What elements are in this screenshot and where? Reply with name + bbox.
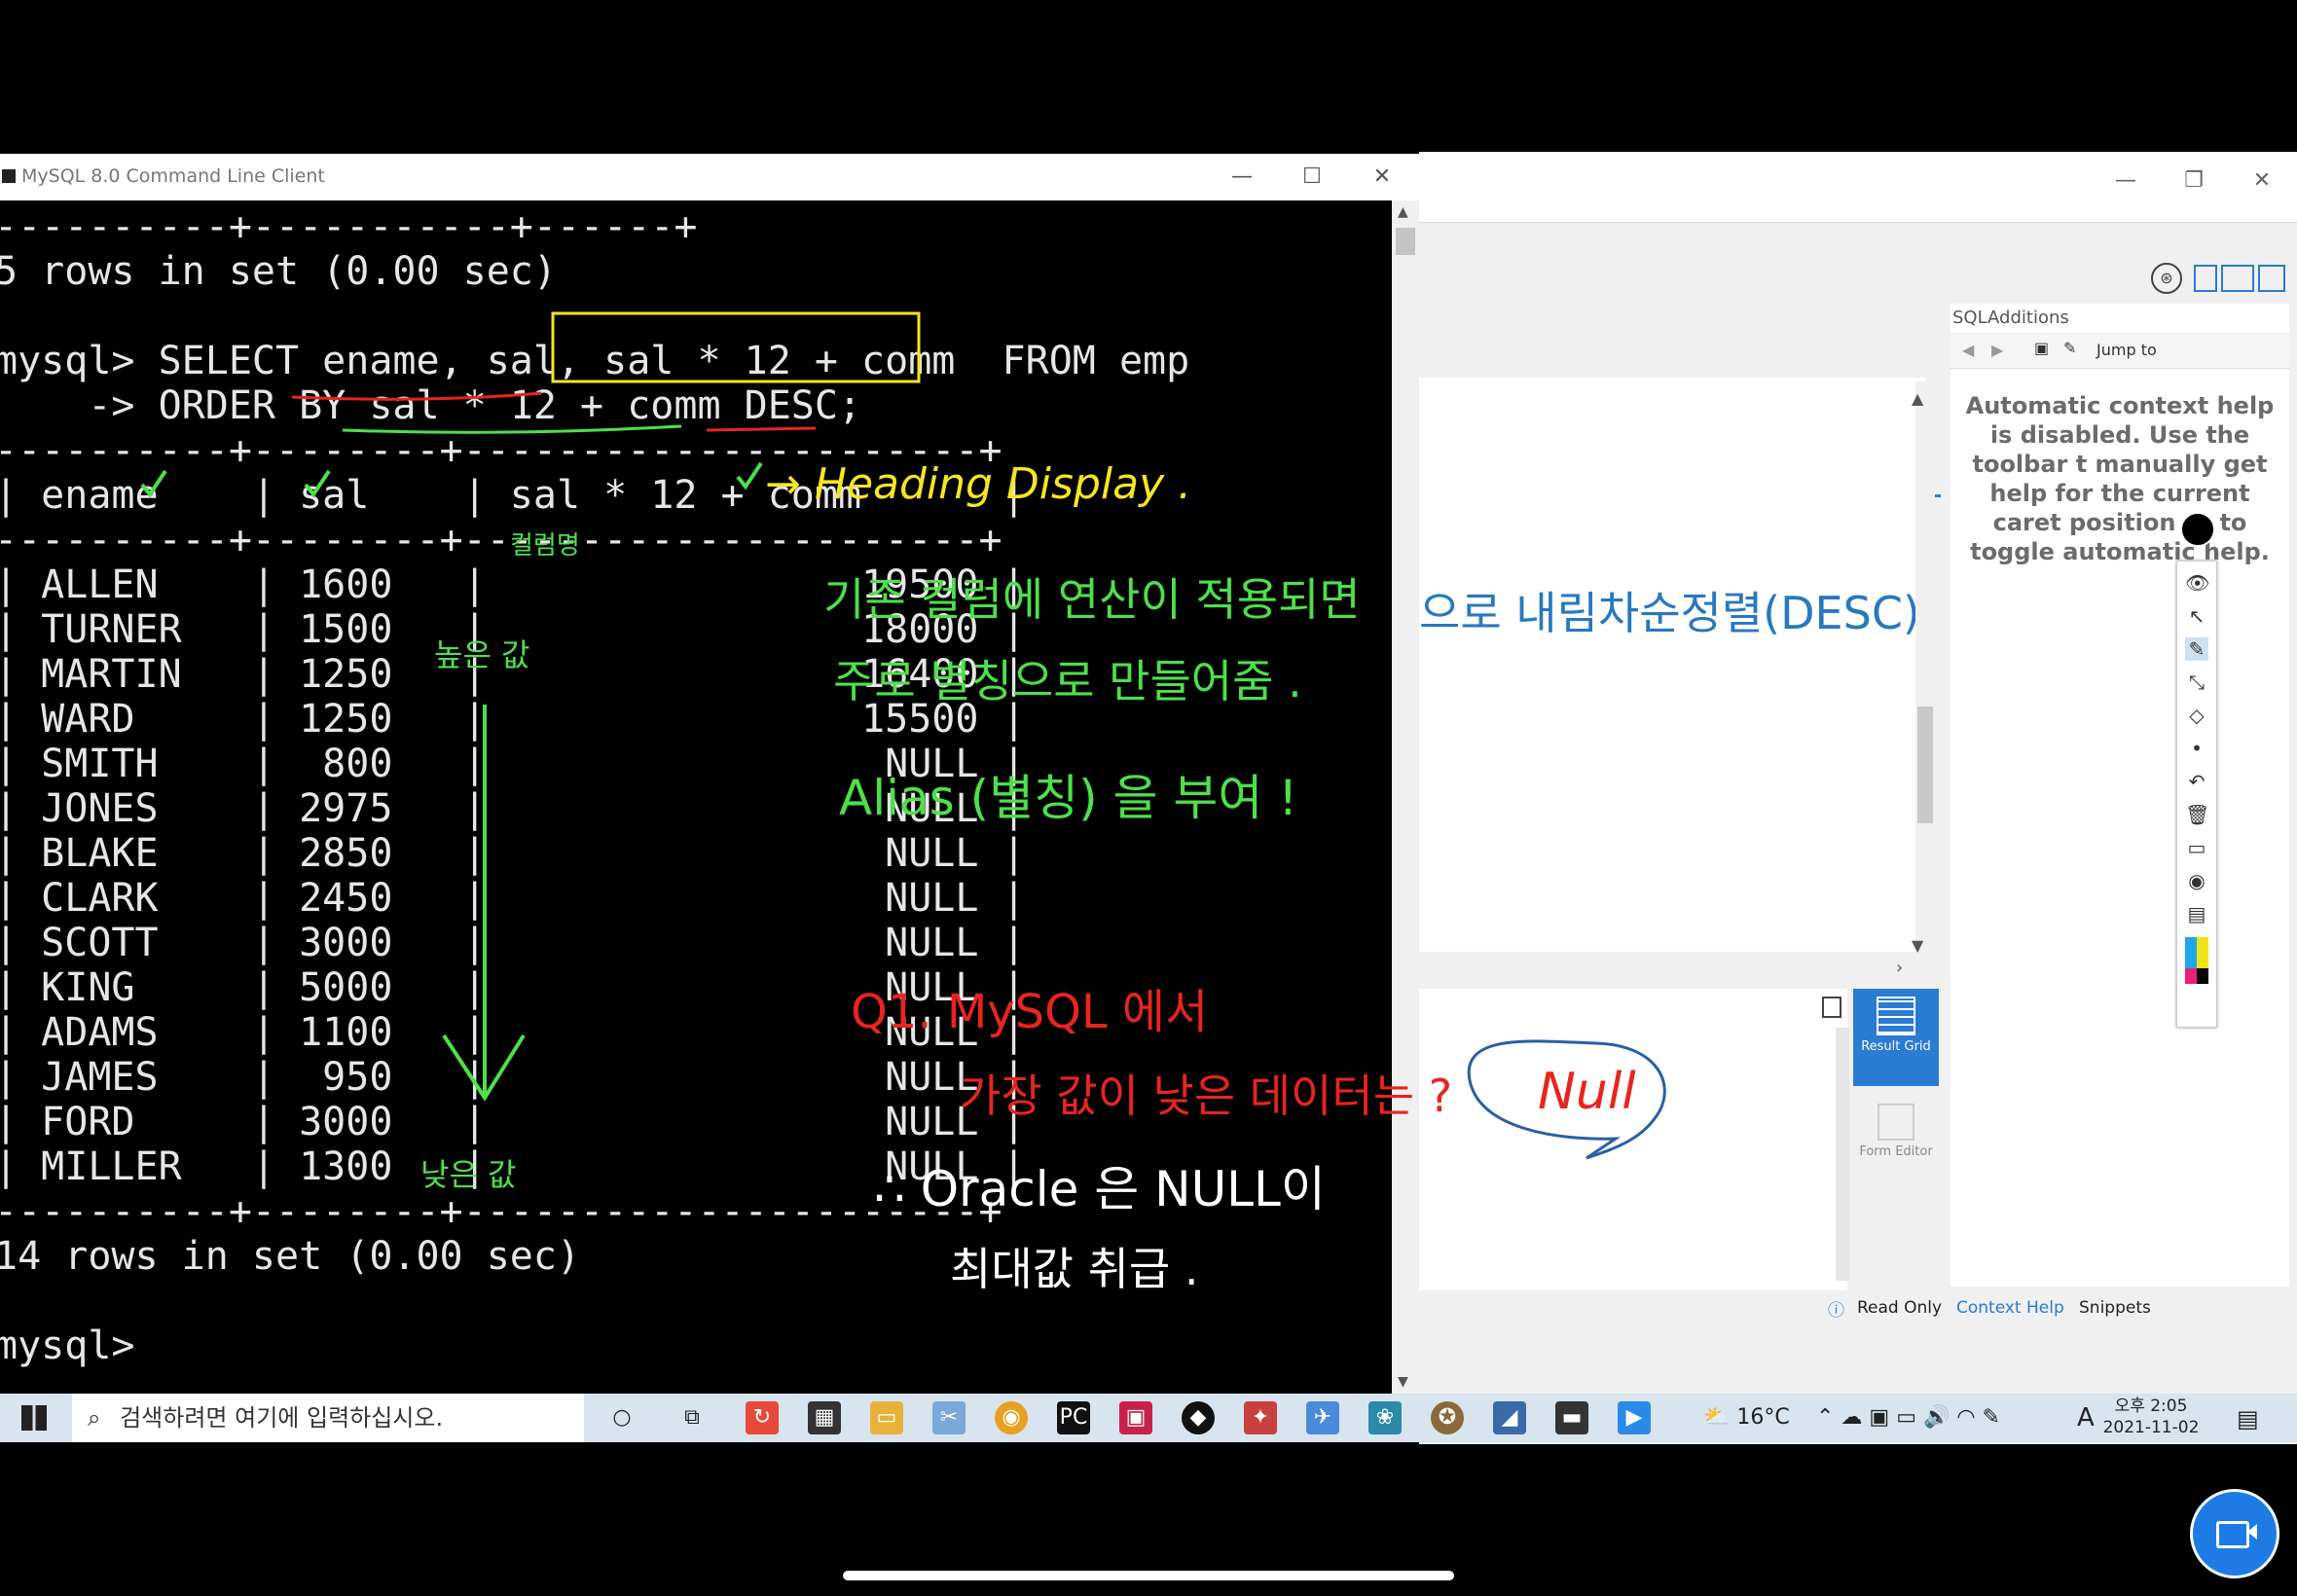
- question-line1: Q1. MySQL 에서: [851, 985, 1209, 1039]
- workbench-icon[interactable]: ◢: [1493, 1401, 1526, 1434]
- app-icon[interactable]: ✪: [1431, 1401, 1464, 1434]
- ime-indicator[interactable]: A: [2077, 1403, 2095, 1433]
- column-note: 컬럼명: [510, 531, 580, 561]
- notification-icon[interactable]: ▤: [2237, 1405, 2259, 1433]
- highlight-box: [551, 311, 921, 383]
- underline-red: [291, 391, 542, 401]
- home-indicator: [843, 1571, 1454, 1580]
- heading-display-note: → Heading Display .: [765, 459, 1192, 509]
- snipping-tool-icon[interactable]: ✂: [932, 1401, 966, 1434]
- app-icon[interactable]: ✈: [1306, 1401, 1339, 1434]
- clock-time: 오후 2:05: [2114, 1396, 2188, 1416]
- mysql-console-icon[interactable]: ▬: [1555, 1401, 1588, 1434]
- tray-icons[interactable]: ⌃ ☁ ▣ ▭ 🔊 ◠ ✎: [1816, 1405, 2000, 1430]
- taskbar: ⌕ 검색하려면 여기에 입력하십시오. ○ ⧉ ↻ ▦ ▭ ✂ ◉ PC ▣ ◆…: [0, 1394, 2297, 1442]
- task-view-icon[interactable]: ⧉: [675, 1401, 709, 1434]
- question-line2: 가장 값이 낮은 데이터는 ?: [960, 1070, 1453, 1122]
- high-value-note: 높은 값: [434, 636, 530, 673]
- underline-desc: [706, 426, 817, 432]
- weather-icon: ⛅: [1703, 1405, 1731, 1430]
- store-icon[interactable]: ▦: [808, 1401, 841, 1434]
- app-icon[interactable]: ✦: [1244, 1401, 1277, 1434]
- search-box[interactable]: ⌕ 검색하려면 여기에 입력하십시오.: [72, 1394, 584, 1442]
- weather-temp: 16°C: [1736, 1405, 1790, 1430]
- zoom-icon[interactable]: ▶: [1618, 1401, 1651, 1434]
- underline-green: [342, 424, 682, 434]
- oracle-note-line2: 최대값 취급 .: [950, 1243, 1199, 1295]
- check-mark: [140, 469, 167, 498]
- app-icon[interactable]: ↻: [746, 1401, 779, 1434]
- video-camera-button[interactable]: [2190, 1489, 2279, 1578]
- camera-lens-icon: [2247, 1524, 2257, 1540]
- search-icon: ⌕: [88, 1404, 101, 1432]
- start-icon[interactable]: [21, 1405, 47, 1431]
- chrome-icon[interactable]: ◉: [995, 1401, 1028, 1434]
- cortana-icon[interactable]: ○: [605, 1401, 638, 1434]
- search-placeholder: 검색하려면 여기에 입력하십시오.: [120, 1404, 444, 1432]
- pen-app-icon[interactable]: ◆: [1182, 1401, 1215, 1434]
- pycharm-icon[interactable]: PC: [1057, 1401, 1090, 1434]
- null-answer: Null: [1538, 1063, 1636, 1121]
- korean-note-line2: 주로 별칭으로 만들어줌 .: [833, 655, 1302, 707]
- weather-widget[interactable]: ⛅ 16°C: [1703, 1405, 1790, 1430]
- clock-date: 2021-11-02: [2102, 1418, 2200, 1437]
- korean-note-line1: 기존 컬럼에 연산이 적용되면: [823, 573, 1361, 626]
- alias-note: Alias (별칭) 을 부여 !: [839, 770, 1298, 826]
- app-icon[interactable]: ❀: [1368, 1401, 1402, 1434]
- clock[interactable]: 오후 2:05 2021-11-02: [2102, 1396, 2200, 1438]
- camera-icon: [2216, 1521, 2249, 1548]
- oracle-note-line1: ∴ Oracle 은 NULL이: [874, 1161, 1326, 1217]
- check-mark: [736, 461, 763, 490]
- file-explorer-icon[interactable]: ▭: [870, 1401, 903, 1434]
- low-value-note: 낮은 값: [420, 1156, 517, 1193]
- app-icon[interactable]: ▣: [1119, 1401, 1152, 1434]
- check-mark: [304, 469, 331, 498]
